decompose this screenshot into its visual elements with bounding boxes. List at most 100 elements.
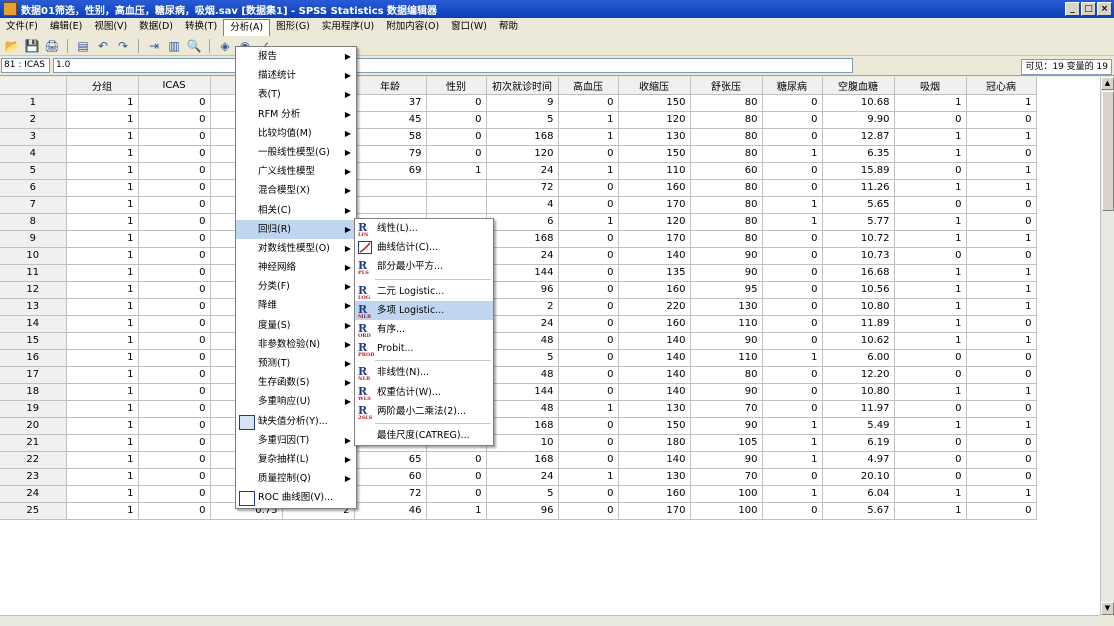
data-cell[interactable]: 72 <box>486 179 559 197</box>
data-cell[interactable]: 1 <box>66 213 139 231</box>
regression-menu-item[interactable]: 最佳尺度(CATREG)... <box>355 426 493 445</box>
data-cell[interactable]: 12.87 <box>822 128 895 146</box>
data-cell[interactable]: 160 <box>618 179 691 197</box>
data-cell[interactable]: 0 <box>762 94 823 112</box>
data-grid[interactable]: 分组 ICAS 年龄 性别 初次就诊时间 高血压 收缩压 舒张压 糖尿病 空腹血糖 吸烟 冠心病 1 1 0… <box>0 77 1100 615</box>
menu-1[interactable]: 编辑(E) <box>44 19 88 35</box>
data-cell[interactable]: 144 <box>486 264 559 282</box>
data-cell[interactable]: 0 <box>762 400 823 418</box>
data-cell[interactable]: 0 <box>138 213 211 231</box>
data-cell[interactable]: 170 <box>618 196 691 214</box>
data-cell[interactable]: 150 <box>618 145 691 163</box>
data-cell[interactable]: 0 <box>966 213 1037 231</box>
row-number[interactable]: 8 <box>0 213 67 231</box>
row-number[interactable]: 15 <box>0 332 67 350</box>
data-cell[interactable]: 6 <box>486 213 559 231</box>
data-cell[interactable]: 0 <box>762 162 823 180</box>
data-cell[interactable]: 220 <box>618 298 691 316</box>
data-cell[interactable]: 1 <box>66 128 139 146</box>
data-cell[interactable] <box>354 179 427 197</box>
data-cell[interactable]: 130 <box>690 298 763 316</box>
data-cell[interactable]: 1 <box>966 230 1037 248</box>
data-cell[interactable]: 1 <box>894 502 967 520</box>
data-cell[interactable]: 1 <box>762 145 823 163</box>
data-cell[interactable]: 79 <box>354 145 427 163</box>
row-number[interactable]: 1 <box>0 94 67 112</box>
data-cell[interactable]: 5 <box>486 349 559 367</box>
data-cell[interactable]: 1 <box>966 179 1037 197</box>
scroll-down-arrow-icon[interactable]: ▼ <box>1101 602 1114 615</box>
data-cell[interactable]: 140 <box>618 451 691 469</box>
analyze-menu-item[interactable]: 回归(R) ▶ <box>236 219 356 239</box>
data-cell[interactable]: 0 <box>762 468 823 486</box>
row-number[interactable]: 2 <box>0 111 67 129</box>
data-cell[interactable]: 0 <box>966 451 1037 469</box>
dialog-recall-icon[interactable]: ▤ <box>75 39 91 53</box>
data-cell[interactable]: 0 <box>138 502 211 520</box>
regression-menu-item[interactable]: R MLR 多项 Logistic... <box>355 300 493 320</box>
analyze-menu-item[interactable]: RFM 分析 ▶ <box>236 105 356 124</box>
analyze-menu-item[interactable]: 多重归因(T) ▶ <box>236 431 356 450</box>
data-cell[interactable]: 1 <box>894 298 967 316</box>
data-cell[interactable]: 48 <box>486 332 559 350</box>
analyze-menu-item[interactable]: 对数线性模型(O) ▶ <box>236 239 356 258</box>
data-cell[interactable]: 24 <box>486 315 559 333</box>
variables-icon[interactable]: ▥ <box>166 39 182 53</box>
data-cell[interactable]: 6.19 <box>822 434 895 452</box>
column-header[interactable]: 空腹血糖 <box>822 77 895 95</box>
analyze-menu-item[interactable]: 混合模型(X) ▶ <box>236 181 356 200</box>
regression-menu-item[interactable]: R ORD 有序... <box>355 320 493 339</box>
row-number[interactable]: 17 <box>0 366 67 384</box>
data-cell[interactable]: 1 <box>558 111 619 129</box>
data-cell[interactable]: 0 <box>426 468 487 486</box>
data-cell[interactable]: 1 <box>894 264 967 282</box>
data-cell[interactable]: 100 <box>690 485 763 503</box>
data-cell[interactable]: 1 <box>66 298 139 316</box>
data-cell[interactable]: 160 <box>618 315 691 333</box>
menu-9[interactable]: 窗口(W) <box>445 19 493 35</box>
row-number[interactable]: 9 <box>0 230 67 248</box>
data-cell[interactable] <box>354 196 427 214</box>
data-cell[interactable]: 0 <box>138 298 211 316</box>
data-cell[interactable]: 90 <box>690 451 763 469</box>
row-number[interactable]: 25 <box>0 502 67 520</box>
corner-cell[interactable] <box>0 77 67 95</box>
data-cell[interactable]: 1 <box>66 247 139 265</box>
analyze-menu-item[interactable]: 比较均值(M) ▶ <box>236 124 356 143</box>
data-cell[interactable]: 1 <box>966 162 1037 180</box>
data-cell[interactable]: 69 <box>354 162 427 180</box>
data-cell[interactable]: 0 <box>762 247 823 265</box>
data-cell[interactable]: 170 <box>618 502 691 520</box>
data-cell[interactable]: 0 <box>138 264 211 282</box>
data-cell[interactable]: 100 <box>690 502 763 520</box>
data-cell[interactable]: 1 <box>966 417 1037 435</box>
data-cell[interactable]: 11.26 <box>822 179 895 197</box>
data-cell[interactable]: 1 <box>762 434 823 452</box>
data-cell[interactable]: 1 <box>966 298 1037 316</box>
row-number[interactable]: 7 <box>0 196 67 214</box>
data-cell[interactable]: 0 <box>762 128 823 146</box>
data-cell[interactable]: 0 <box>138 247 211 265</box>
data-cell[interactable]: 0 <box>558 383 619 401</box>
data-cell[interactable]: 45 <box>354 111 427 129</box>
data-cell[interactable]: 1 <box>66 145 139 163</box>
data-cell[interactable]: 0 <box>138 230 211 248</box>
menu-8[interactable]: 附加内容(O) <box>380 19 445 35</box>
regression-menu-item[interactable]: R PLS 部分最小平方... <box>355 257 493 276</box>
data-cell[interactable]: 130 <box>618 468 691 486</box>
analyze-menu-item[interactable]: 广义线性模型 ▶ <box>236 162 356 181</box>
data-cell[interactable]: 110 <box>618 162 691 180</box>
data-cell[interactable]: 0 <box>966 196 1037 214</box>
data-cell[interactable]: 0 <box>138 485 211 503</box>
data-cell[interactable]: 0 <box>762 298 823 316</box>
data-cell[interactable]: 96 <box>486 502 559 520</box>
data-cell[interactable]: 20.10 <box>822 468 895 486</box>
data-cell[interactable]: 1 <box>558 400 619 418</box>
data-cell[interactable]: 0 <box>894 434 967 452</box>
analyze-menu-item[interactable]: 非参数检验(N) ▶ <box>236 335 356 354</box>
data-cell[interactable]: 140 <box>618 383 691 401</box>
data-cell[interactable]: 0 <box>762 315 823 333</box>
analyze-menu-item[interactable]: 表(T) ▶ <box>236 85 356 104</box>
data-cell[interactable]: 0 <box>426 145 487 163</box>
analyze-menu-item[interactable]: 描述统计 ▶ <box>236 66 356 85</box>
